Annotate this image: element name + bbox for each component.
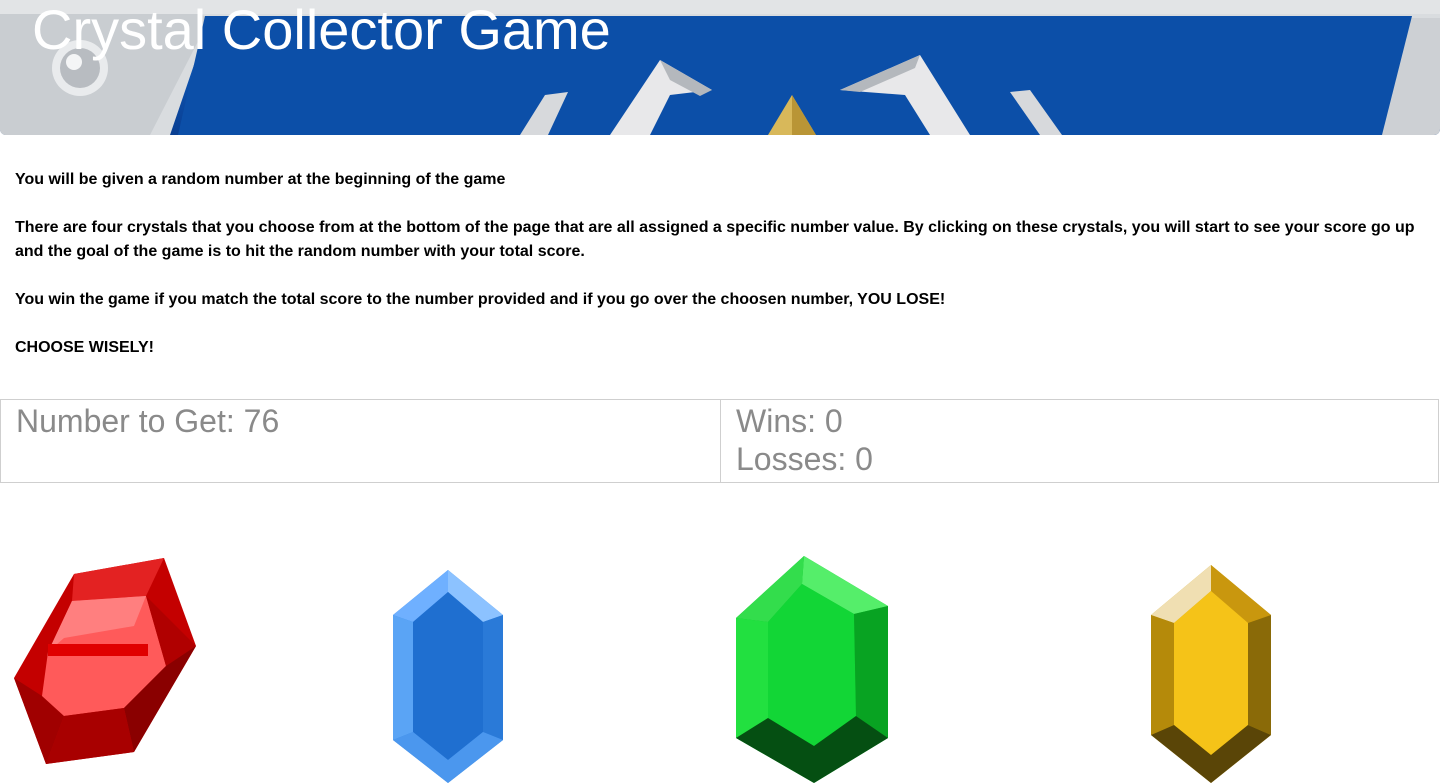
green-crystal-icon [736,556,888,783]
page-title: Crystal Collector Game [32,0,611,61]
wins-count: Wins: 0 [736,403,843,439]
instruction-line: CHOOSE WISELY! [15,339,154,356]
blue-crystal-button[interactable] [391,570,505,783]
instructions: You will be given a random number at the… [15,168,1420,384]
yellow-crystal-button[interactable] [1150,565,1272,783]
red-crystal-icon [14,558,196,764]
header-banner: Crystal Collector Game [0,0,1440,135]
target-number-panel: Number to Get: 76 [0,399,721,483]
instruction-line: There are four crystals that you choose … [15,219,1415,260]
green-crystal-button[interactable] [734,556,890,783]
blue-crystal-icon [393,570,503,783]
instruction-line: You will be given a random number at the… [15,171,506,188]
yellow-crystal-icon [1151,565,1271,783]
target-number: Number to Get: 76 [16,403,280,439]
red-crystal-button[interactable] [14,556,198,768]
instruction-line: You win the game if you match the total … [15,291,946,308]
score-panel: Wins: 0 Losses: 0 [720,399,1439,483]
losses-count: Losses: 0 [736,441,873,477]
